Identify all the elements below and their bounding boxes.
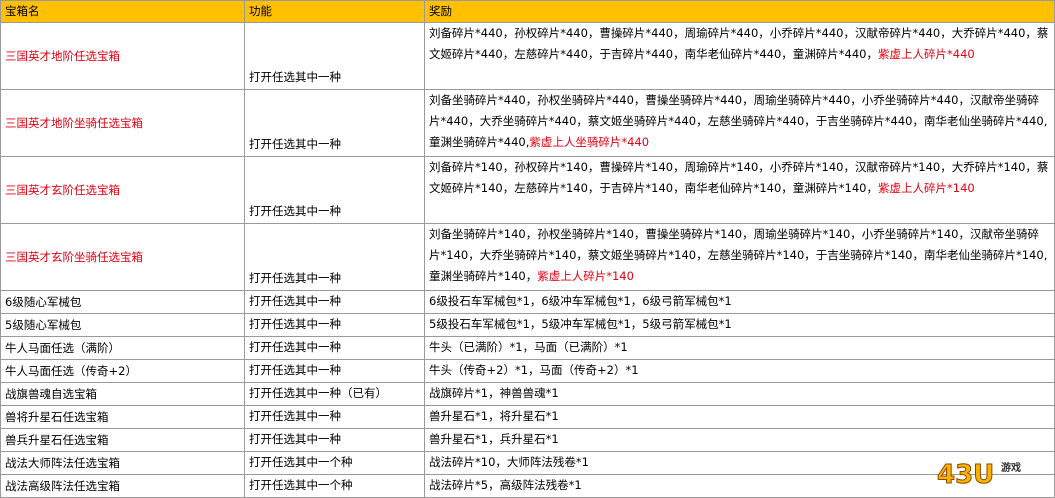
box-name-cell: 战旗兽魂自选宝箱 [0,382,245,406]
box-name-cell: 战法高级阵法任选宝箱 [0,474,245,498]
reward-box-table: 宝箱名 功能 奖励 三国英才地阶任选宝箱 打开任选其中一种 刘备碎片*440，孙权碎… [0,0,1055,498]
reward-cell: 兽升星石*1，将升星石*1 [424,405,1055,429]
reward-cell: 兽升星石*1，兵升星石*1 [424,428,1055,452]
reward-cell: 刘备坐骑碎片*440，孙权坐骑碎片*440，曹操坐骑碎片*440，周瑜坐骑碎片*… [424,89,1055,157]
reward-highlight-text: 紫虚上人碎片*440 [878,47,975,61]
table-row: 战法高级阵法任选宝箱 打开任选其中一个种 战法碎片*5，高级阵法残卷*1 [0,474,1055,498]
reward-cell: 战旗碎片*1，神兽兽魂*1 [424,382,1055,406]
table-row: 5级随心军械包 打开任选其中一种 5级投石车军械包*1，5级冲车军械包*1，5级弓箭… [0,313,1055,337]
site-watermark-logo: 43U 游戏 [937,460,1022,489]
reward-text: 兽升星石*1，兵升星石*1 [429,432,559,446]
svg-text:43U: 43U [937,460,994,488]
reward-cell: 6级投石车军械包*1，6级冲车军械包*1，6级弓箭军械包*1 [424,290,1055,314]
header-box-name: 宝箱名 [0,0,245,23]
reward-cell: 牛头（已满阶）*1，马面（已满阶）*1 [424,336,1055,360]
table-row: 兽兵升星石任选宝箱 打开任选其中一种 兽升星石*1，兵升星石*1 [0,428,1055,452]
header-reward: 奖励 [424,0,1055,23]
function-cell: 打开任选其中一个种 [244,474,425,498]
box-name-cell: 三国英才玄阶任选宝箱 [0,156,245,224]
reward-cell: 刘备碎片*140，孙权碎片*140，曹操碎片*140，周瑜碎片*140，小乔碎片… [424,156,1055,224]
header-function: 功能 [244,0,425,23]
table-row: 战法大师阵法任选宝箱 打开任选其中一个种 战法碎片*10，大师阵法残卷*1 [0,451,1055,475]
box-name-cell: 5级随心军械包 [0,313,245,337]
function-cell: 打开任选其中一种 [244,89,425,157]
table-row: 三国英才地阶任选宝箱 打开任选其中一种 刘备碎片*440，孙权碎片*440，曹操碎片… [0,22,1055,90]
reward-text: 战法碎片*5，高级阵法残卷*1 [429,478,582,492]
table-row: 战旗兽魂自选宝箱 打开任选其中一种（已有） 战旗碎片*1，神兽兽魂*1 [0,382,1055,406]
function-cell: 打开任选其中一种 [244,223,425,291]
box-name-cell: 兽兵升星石任选宝箱 [0,428,245,452]
reward-cell: 牛头（传奇+2）*1，马面（传奇+2）*1 [424,359,1055,383]
table-row: 牛人马面任选（满阶） 打开任选其中一种 牛头（已满阶）*1，马面（已满阶）*1 [0,336,1055,360]
table-row: 三国英才玄阶坐骑任选宝箱 打开任选其中一种 刘备坐骑碎片*140，孙权坐骑碎片*14… [0,223,1055,291]
box-name-cell: 战法大师阵法任选宝箱 [0,451,245,475]
reward-text: 牛头（传奇+2）*1，马面（传奇+2）*1 [429,363,639,377]
reward-cell: 刘备坐骑碎片*140，孙权坐骑碎片*140，曹操坐骑碎片*140，周瑜坐骑碎片*… [424,223,1055,291]
box-name-cell: 6级随心军械包 [0,290,245,314]
reward-text: 5级投石车军械包*1，5级冲车军械包*1，5级弓箭军械包*1 [429,317,732,331]
table-row: 三国英才地阶坐骑任选宝箱 打开任选其中一种 刘备坐骑碎片*440，孙权坐骑碎片*44… [0,89,1055,157]
reward-cell: 刘备碎片*440，孙权碎片*440，曹操碎片*440，周瑜碎片*440，小乔碎片… [424,22,1055,90]
function-cell: 打开任选其中一种 [244,359,425,383]
table-row: 三国英才玄阶任选宝箱 打开任选其中一种 刘备碎片*140，孙权碎片*140，曹操碎片… [0,156,1055,224]
function-cell: 打开任选其中一种 [244,156,425,224]
table-row: 牛人马面任选（传奇+2） 打开任选其中一种 牛头（传奇+2）*1，马面（传奇+2）*… [0,359,1055,383]
function-cell: 打开任选其中一种 [244,405,425,429]
reward-highlight-text: 紫虚上人碎片*140 [537,269,634,283]
reward-highlight-text: 紫虚上人碎片*140 [878,181,975,195]
box-name-cell: 三国英才地阶任选宝箱 [0,22,245,90]
function-cell: 打开任选其中一种 [244,428,425,452]
svg-text:游戏: 游戏 [1001,461,1021,474]
function-cell: 打开任选其中一种 [244,22,425,90]
function-cell: 打开任选其中一种 [244,290,425,314]
reward-cell: 5级投石车军械包*1，5级冲车军械包*1，5级弓箭军械包*1 [424,313,1055,337]
box-name-cell: 牛人马面任选（传奇+2） [0,359,245,383]
function-cell: 打开任选其中一个种 [244,451,425,475]
reward-text: 刘备坐骑碎片*140，孙权坐骑碎片*140，曹操坐骑碎片*140，周瑜坐骑碎片*… [429,227,1048,283]
table-row: 6级随心军械包 打开任选其中一种 6级投石车军械包*1，6级冲车军械包*1，6级弓箭… [0,290,1055,314]
reward-text: 刘备坐骑碎片*440，孙权坐骑碎片*440，曹操坐骑碎片*440，周瑜坐骑碎片*… [429,93,1048,149]
function-cell: 打开任选其中一种 [244,336,425,360]
reward-text: 牛头（已满阶）*1，马面（已满阶）*1 [429,340,628,354]
reward-text: 6级投石车军械包*1，6级冲车军械包*1，6级弓箭军械包*1 [429,294,732,308]
reward-highlight-text: 紫虚上人坐骑碎片*440 [529,135,650,149]
header-row: 宝箱名 功能 奖励 [0,0,1055,23]
box-name-cell: 牛人马面任选（满阶） [0,336,245,360]
box-name-cell: 兽将升星石任选宝箱 [0,405,245,429]
reward-text: 战法碎片*10，大师阵法残卷*1 [429,455,589,469]
function-cell: 打开任选其中一种 [244,313,425,337]
reward-text: 兽升星石*1，将升星石*1 [429,409,559,423]
reward-text: 战旗碎片*1，神兽兽魂*1 [429,386,559,400]
box-name-cell: 三国英才玄阶坐骑任选宝箱 [0,223,245,291]
box-name-cell: 三国英才地阶坐骑任选宝箱 [0,89,245,157]
function-cell: 打开任选其中一种（已有） [244,382,425,406]
table-row: 兽将升星石任选宝箱 打开任选其中一种 兽升星石*1，将升星石*1 [0,405,1055,429]
